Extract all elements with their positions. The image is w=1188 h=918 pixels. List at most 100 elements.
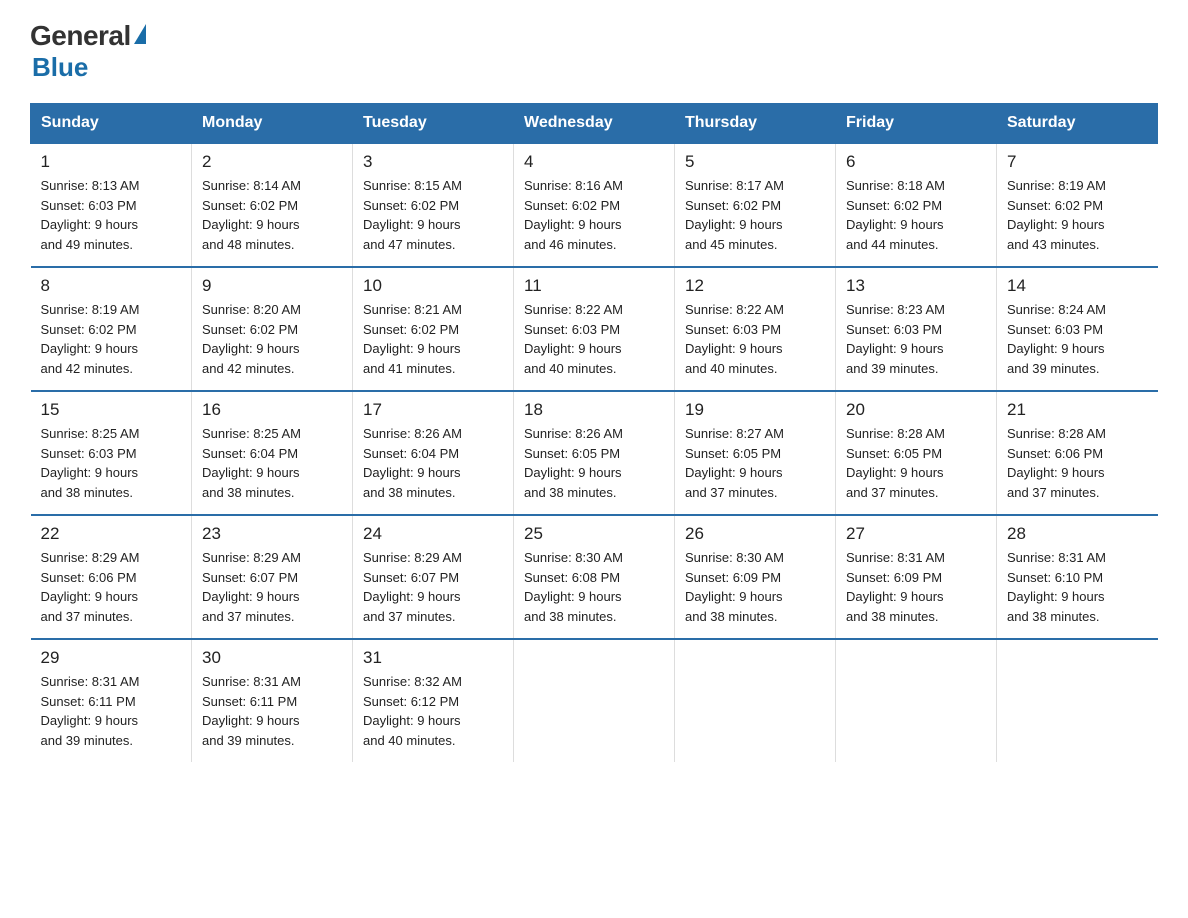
calendar-table: SundayMondayTuesdayWednesdayThursdayFrid… [30, 103, 1158, 762]
calendar-week-5: 29 Sunrise: 8:31 AMSunset: 6:11 PMDaylig… [31, 639, 1158, 762]
day-number: 26 [685, 524, 825, 544]
calendar-body: 1 Sunrise: 8:13 AMSunset: 6:03 PMDayligh… [31, 143, 1158, 762]
day-info: Sunrise: 8:30 AMSunset: 6:09 PMDaylight:… [685, 550, 784, 624]
day-number: 29 [41, 648, 182, 668]
day-info: Sunrise: 8:29 AMSunset: 6:06 PMDaylight:… [41, 550, 140, 624]
weekday-header-friday: Friday [836, 104, 997, 144]
day-number: 17 [363, 400, 503, 420]
calendar-cell: 27 Sunrise: 8:31 AMSunset: 6:09 PMDaylig… [836, 515, 997, 639]
day-number: 27 [846, 524, 986, 544]
day-info: Sunrise: 8:28 AMSunset: 6:06 PMDaylight:… [1007, 426, 1106, 500]
logo-triangle-icon [134, 24, 146, 44]
weekday-header-wednesday: Wednesday [514, 104, 675, 144]
day-number: 30 [202, 648, 342, 668]
logo-blue-text: Blue [32, 52, 88, 83]
weekday-header-monday: Monday [192, 104, 353, 144]
day-number: 21 [1007, 400, 1148, 420]
day-number: 28 [1007, 524, 1148, 544]
day-info: Sunrise: 8:22 AMSunset: 6:03 PMDaylight:… [685, 302, 784, 376]
calendar-cell [514, 639, 675, 762]
day-number: 11 [524, 276, 664, 296]
day-info: Sunrise: 8:16 AMSunset: 6:02 PMDaylight:… [524, 178, 623, 252]
calendar-cell: 17 Sunrise: 8:26 AMSunset: 6:04 PMDaylig… [353, 391, 514, 515]
day-info: Sunrise: 8:17 AMSunset: 6:02 PMDaylight:… [685, 178, 784, 252]
calendar-cell: 7 Sunrise: 8:19 AMSunset: 6:02 PMDayligh… [997, 143, 1158, 267]
day-number: 18 [524, 400, 664, 420]
day-number: 6 [846, 152, 986, 172]
page-header: General Blue [30, 20, 1158, 83]
day-number: 13 [846, 276, 986, 296]
day-info: Sunrise: 8:29 AMSunset: 6:07 PMDaylight:… [363, 550, 462, 624]
day-number: 14 [1007, 276, 1148, 296]
calendar-week-4: 22 Sunrise: 8:29 AMSunset: 6:06 PMDaylig… [31, 515, 1158, 639]
calendar-cell: 28 Sunrise: 8:31 AMSunset: 6:10 PMDaylig… [997, 515, 1158, 639]
day-info: Sunrise: 8:19 AMSunset: 6:02 PMDaylight:… [41, 302, 140, 376]
day-info: Sunrise: 8:31 AMSunset: 6:09 PMDaylight:… [846, 550, 945, 624]
calendar-cell: 19 Sunrise: 8:27 AMSunset: 6:05 PMDaylig… [675, 391, 836, 515]
calendar-cell: 23 Sunrise: 8:29 AMSunset: 6:07 PMDaylig… [192, 515, 353, 639]
logo-general-text: General [30, 20, 131, 52]
calendar-cell: 21 Sunrise: 8:28 AMSunset: 6:06 PMDaylig… [997, 391, 1158, 515]
calendar-week-2: 8 Sunrise: 8:19 AMSunset: 6:02 PMDayligh… [31, 267, 1158, 391]
calendar-cell: 4 Sunrise: 8:16 AMSunset: 6:02 PMDayligh… [514, 143, 675, 267]
day-info: Sunrise: 8:18 AMSunset: 6:02 PMDaylight:… [846, 178, 945, 252]
logo: General Blue [30, 20, 146, 83]
weekday-header-thursday: Thursday [675, 104, 836, 144]
day-info: Sunrise: 8:27 AMSunset: 6:05 PMDaylight:… [685, 426, 784, 500]
calendar-cell: 2 Sunrise: 8:14 AMSunset: 6:02 PMDayligh… [192, 143, 353, 267]
day-number: 25 [524, 524, 664, 544]
day-info: Sunrise: 8:15 AMSunset: 6:02 PMDaylight:… [363, 178, 462, 252]
day-number: 31 [363, 648, 503, 668]
day-number: 5 [685, 152, 825, 172]
calendar-cell: 26 Sunrise: 8:30 AMSunset: 6:09 PMDaylig… [675, 515, 836, 639]
day-info: Sunrise: 8:26 AMSunset: 6:04 PMDaylight:… [363, 426, 462, 500]
calendar-cell: 15 Sunrise: 8:25 AMSunset: 6:03 PMDaylig… [31, 391, 192, 515]
day-info: Sunrise: 8:21 AMSunset: 6:02 PMDaylight:… [363, 302, 462, 376]
calendar-cell: 25 Sunrise: 8:30 AMSunset: 6:08 PMDaylig… [514, 515, 675, 639]
day-number: 22 [41, 524, 182, 544]
day-number: 12 [685, 276, 825, 296]
calendar-cell: 1 Sunrise: 8:13 AMSunset: 6:03 PMDayligh… [31, 143, 192, 267]
day-info: Sunrise: 8:25 AMSunset: 6:04 PMDaylight:… [202, 426, 301, 500]
weekday-header-saturday: Saturday [997, 104, 1158, 144]
day-info: Sunrise: 8:26 AMSunset: 6:05 PMDaylight:… [524, 426, 623, 500]
calendar-cell: 18 Sunrise: 8:26 AMSunset: 6:05 PMDaylig… [514, 391, 675, 515]
calendar-week-1: 1 Sunrise: 8:13 AMSunset: 6:03 PMDayligh… [31, 143, 1158, 267]
day-info: Sunrise: 8:31 AMSunset: 6:11 PMDaylight:… [41, 674, 140, 748]
calendar-cell: 14 Sunrise: 8:24 AMSunset: 6:03 PMDaylig… [997, 267, 1158, 391]
day-number: 16 [202, 400, 342, 420]
day-info: Sunrise: 8:25 AMSunset: 6:03 PMDaylight:… [41, 426, 140, 500]
weekday-header-tuesday: Tuesday [353, 104, 514, 144]
calendar-cell: 12 Sunrise: 8:22 AMSunset: 6:03 PMDaylig… [675, 267, 836, 391]
calendar-cell: 5 Sunrise: 8:17 AMSunset: 6:02 PMDayligh… [675, 143, 836, 267]
day-number: 7 [1007, 152, 1148, 172]
day-info: Sunrise: 8:23 AMSunset: 6:03 PMDaylight:… [846, 302, 945, 376]
calendar-cell [997, 639, 1158, 762]
day-info: Sunrise: 8:19 AMSunset: 6:02 PMDaylight:… [1007, 178, 1106, 252]
calendar-cell: 22 Sunrise: 8:29 AMSunset: 6:06 PMDaylig… [31, 515, 192, 639]
calendar-cell [675, 639, 836, 762]
day-info: Sunrise: 8:28 AMSunset: 6:05 PMDaylight:… [846, 426, 945, 500]
calendar-cell: 29 Sunrise: 8:31 AMSunset: 6:11 PMDaylig… [31, 639, 192, 762]
day-number: 23 [202, 524, 342, 544]
day-info: Sunrise: 8:22 AMSunset: 6:03 PMDaylight:… [524, 302, 623, 376]
day-info: Sunrise: 8:29 AMSunset: 6:07 PMDaylight:… [202, 550, 301, 624]
day-number: 24 [363, 524, 503, 544]
day-number: 4 [524, 152, 664, 172]
day-number: 10 [363, 276, 503, 296]
day-info: Sunrise: 8:24 AMSunset: 6:03 PMDaylight:… [1007, 302, 1106, 376]
day-info: Sunrise: 8:14 AMSunset: 6:02 PMDaylight:… [202, 178, 301, 252]
day-info: Sunrise: 8:20 AMSunset: 6:02 PMDaylight:… [202, 302, 301, 376]
day-info: Sunrise: 8:31 AMSunset: 6:11 PMDaylight:… [202, 674, 301, 748]
calendar-cell: 9 Sunrise: 8:20 AMSunset: 6:02 PMDayligh… [192, 267, 353, 391]
weekday-header-sunday: Sunday [31, 104, 192, 144]
calendar-cell: 11 Sunrise: 8:22 AMSunset: 6:03 PMDaylig… [514, 267, 675, 391]
day-number: 20 [846, 400, 986, 420]
calendar-cell: 8 Sunrise: 8:19 AMSunset: 6:02 PMDayligh… [31, 267, 192, 391]
day-number: 15 [41, 400, 182, 420]
weekday-row: SundayMondayTuesdayWednesdayThursdayFrid… [31, 104, 1158, 144]
calendar-header: SundayMondayTuesdayWednesdayThursdayFrid… [31, 104, 1158, 144]
day-info: Sunrise: 8:30 AMSunset: 6:08 PMDaylight:… [524, 550, 623, 624]
day-number: 3 [363, 152, 503, 172]
calendar-cell: 30 Sunrise: 8:31 AMSunset: 6:11 PMDaylig… [192, 639, 353, 762]
